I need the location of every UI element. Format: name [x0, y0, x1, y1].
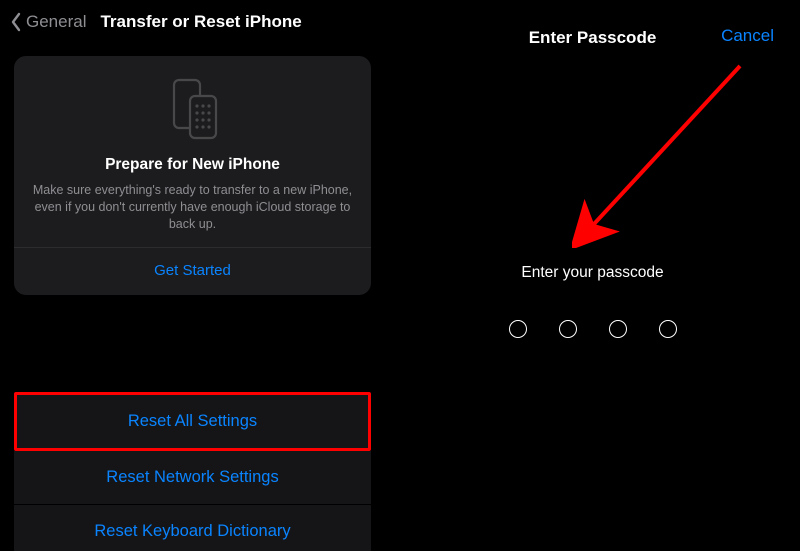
devices-icon	[14, 74, 371, 156]
reset-keyboard-dictionary-button[interactable]: Reset Keyboard Dictionary	[14, 505, 371, 551]
prepare-description: Make sure everything's ready to transfer…	[14, 182, 371, 247]
passcode-prompt: Enter your passcode	[385, 264, 800, 282]
annotation-highlight: Reset All Settings	[14, 392, 371, 451]
reset-network-settings-button[interactable]: Reset Network Settings	[14, 451, 371, 505]
page-title: Transfer or Reset iPhone	[100, 12, 301, 32]
passcode-dot	[559, 320, 577, 338]
passcode-title: Enter Passcode	[529, 28, 657, 48]
nav-header: General Transfer or Reset iPhone	[0, 0, 385, 46]
passcode-dot	[659, 320, 677, 338]
prepare-title: Prepare for New iPhone	[14, 156, 371, 174]
settings-left-pane: General Transfer or Reset iPhone Prepare…	[0, 0, 385, 551]
reset-all-settings-button[interactable]: Reset All Settings	[17, 395, 368, 448]
cancel-button[interactable]: Cancel	[721, 26, 774, 46]
passcode-panel: Enter Passcode Cancel Enter your passcod…	[385, 0, 800, 551]
back-chevron-icon[interactable]	[10, 12, 22, 32]
passcode-dots[interactable]	[385, 320, 800, 338]
passcode-dot	[609, 320, 627, 338]
prepare-card: Prepare for New iPhone Make sure everyth…	[14, 56, 371, 295]
back-label[interactable]: General	[26, 12, 86, 32]
reset-options-list: Reset All Settings Reset Network Setting…	[14, 392, 371, 551]
passcode-dot	[509, 320, 527, 338]
passcode-header: Enter Passcode Cancel	[385, 0, 800, 48]
get-started-button[interactable]: Get Started	[14, 248, 371, 295]
